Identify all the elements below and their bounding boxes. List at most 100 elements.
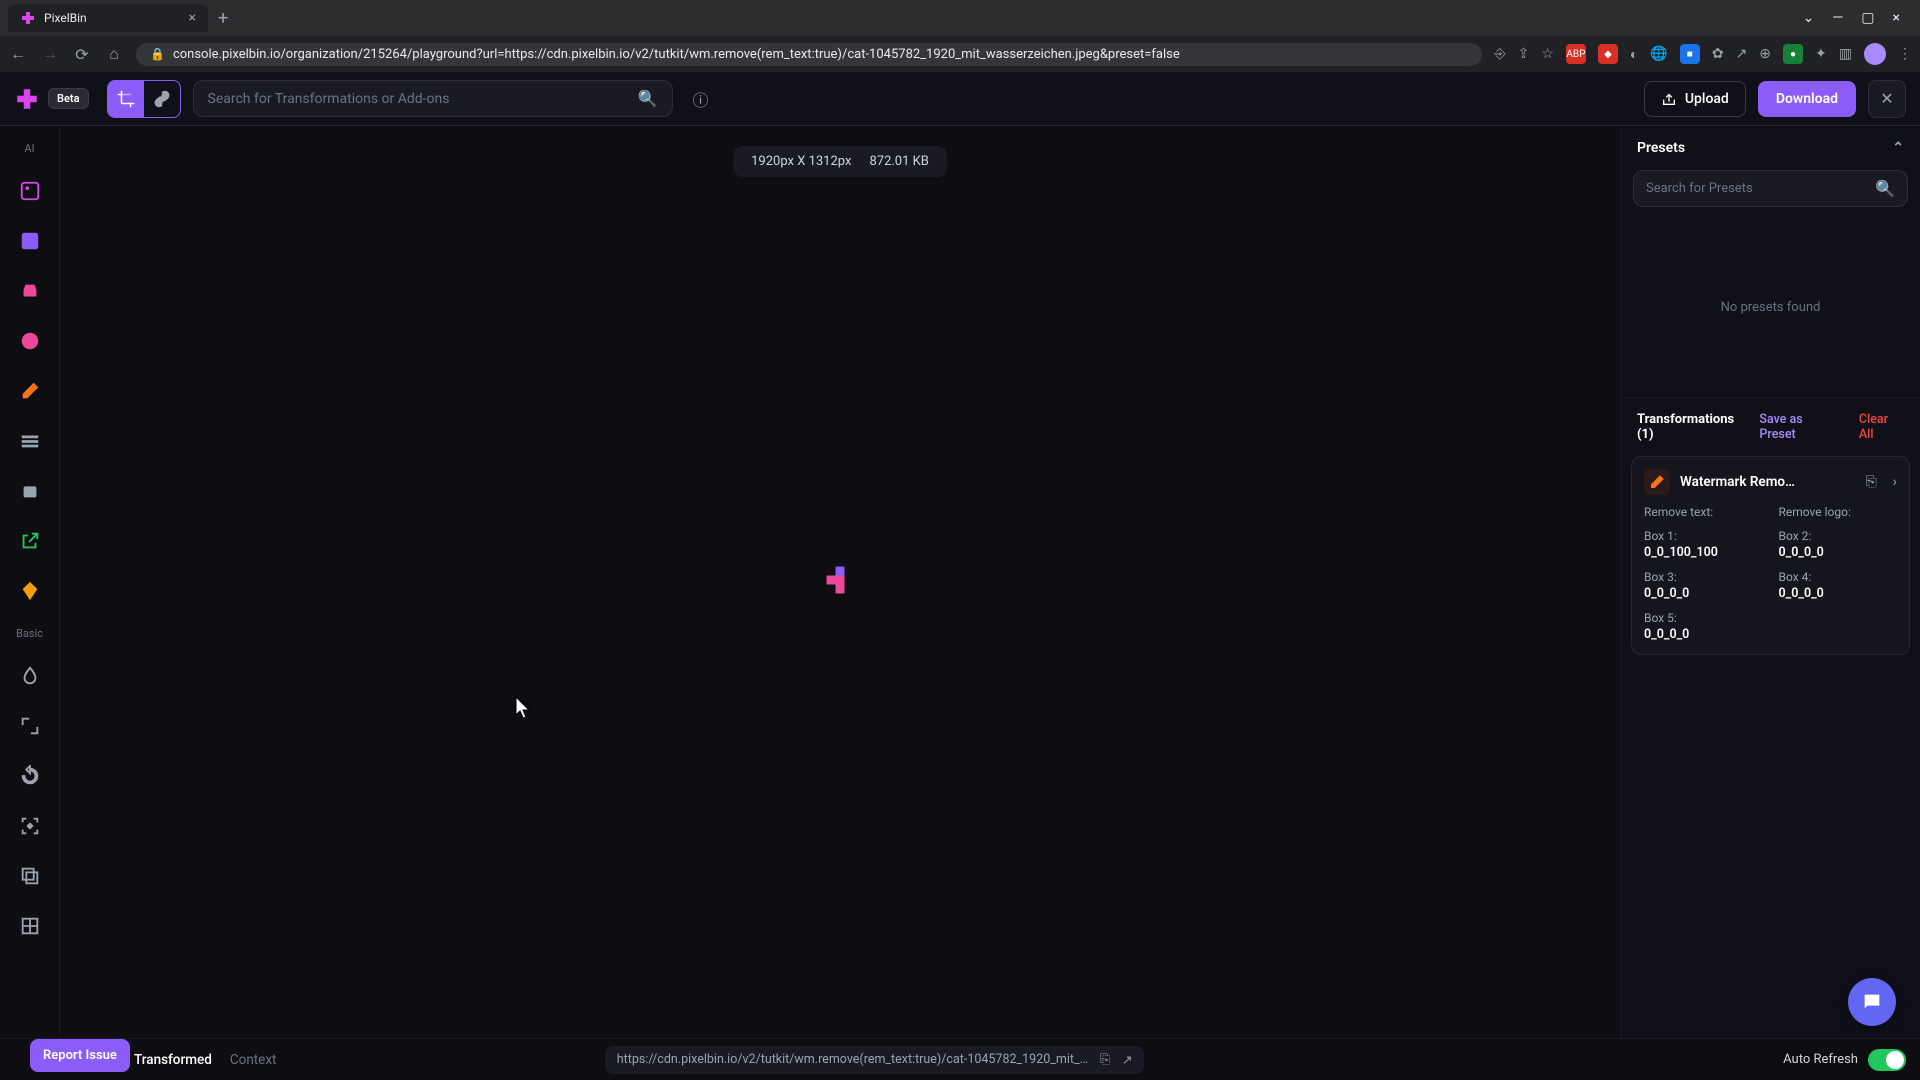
field-value: 0_0_0_0 [1779, 586, 1898, 601]
face-icon [19, 330, 41, 352]
extension-icon[interactable]: ↗ [1736, 46, 1748, 62]
sidepanel-icon[interactable]: ▥ [1839, 46, 1852, 62]
field-label: Box 2: [1779, 529, 1898, 543]
save-preset-link[interactable]: Save as Preset [1759, 412, 1838, 442]
rail-basic-label: Basic [16, 627, 43, 640]
rail-tool-crop[interactable] [12, 808, 48, 844]
copy-url-icon[interactable]: ⎘ [1100, 1052, 1110, 1067]
tab-transformed[interactable]: Transformed [134, 1052, 212, 1068]
upload-button[interactable]: Upload [1644, 81, 1746, 117]
back-button[interactable]: ← [8, 44, 28, 64]
rail-tool-grid[interactable] [12, 908, 48, 944]
presets-empty-text: No presets found [1721, 300, 1821, 315]
field-label: Box 1: [1644, 529, 1763, 543]
info-icon[interactable]: ⓘ [693, 87, 709, 111]
extension-icon[interactable]: ⊕ [1759, 46, 1771, 62]
menu-icon[interactable]: ⋮ [1898, 46, 1912, 62]
rail-tool-watermark[interactable] [12, 373, 48, 409]
beta-badge: Beta [48, 88, 89, 109]
translate-icon[interactable]: ⎆ [1494, 46, 1505, 62]
profile-avatar[interactable] [1864, 43, 1886, 65]
url-preview: https://cdn.pixelbin.io/v2/tutkit/wm.rem… [605, 1046, 1145, 1074]
chat-button[interactable] [1848, 978, 1896, 1026]
extension-icon[interactable]: ■ [1680, 44, 1700, 64]
close-panel-button[interactable]: ✕ [1868, 80, 1906, 118]
rail-tool-upscale[interactable] [12, 223, 48, 259]
external-link-icon [19, 530, 41, 552]
mode-design-button[interactable] [108, 81, 144, 117]
url-preview-text: https://cdn.pixelbin.io/v2/tutkit/wm.rem… [617, 1052, 1088, 1067]
chevron-right-icon[interactable]: › [1893, 474, 1897, 490]
rail-ai-label: AI [24, 142, 34, 155]
layers-icon [19, 865, 41, 887]
extension-icon[interactable]: ● [1783, 44, 1803, 64]
reload-button[interactable]: ⟳ [72, 45, 92, 64]
search-input[interactable] [208, 91, 628, 107]
rail-tool-rotate[interactable] [12, 758, 48, 794]
field-value: 0_0_0_0 [1779, 545, 1898, 560]
close-window-icon[interactable]: × [1893, 10, 1900, 26]
new-tab-button[interactable]: + [218, 8, 228, 29]
field-box2: Box 2: 0_0_0_0 [1779, 529, 1898, 560]
forward-button[interactable]: → [40, 44, 60, 64]
maximize-icon[interactable]: ▢ [1861, 10, 1874, 26]
download-button[interactable]: Download [1758, 81, 1856, 117]
rail-tool-export[interactable] [12, 523, 48, 559]
left-rail: AI Basic [0, 126, 60, 1038]
rail-tool-frame[interactable] [12, 858, 48, 894]
field-box5: Box 5: 0_0_0_0 [1644, 611, 1763, 642]
extensions-menu-icon[interactable]: ✦ [1815, 46, 1827, 62]
extension-icon[interactable]: ◐ [1630, 46, 1638, 63]
extension-icon[interactable]: ◆ [1598, 44, 1618, 64]
report-label: Report Issue [43, 1048, 117, 1063]
image-filesize: 872.01 KB [869, 154, 928, 169]
topbar-actions: Upload Download ✕ [1644, 80, 1906, 118]
url-box[interactable]: 🔒 console.pixelbin.io/organization/21526… [136, 43, 1482, 66]
search-icon[interactable]: 🔍 [638, 89, 658, 108]
report-issue-button[interactable]: Report Issue [30, 1039, 130, 1072]
tab-close-icon[interactable]: × [189, 10, 196, 26]
preset-search-input[interactable] [1646, 181, 1875, 196]
focus-icon [19, 815, 41, 837]
clear-all-link[interactable]: Clear All [1859, 412, 1904, 442]
rail-tool-tag[interactable] [12, 423, 48, 459]
field-value: 0_0_100_100 [1644, 545, 1763, 560]
eraser-icon [19, 380, 41, 402]
stack-icon [19, 430, 41, 452]
minimize-icon[interactable]: — [1832, 10, 1843, 26]
image-dimensions: 1920px X 1312px [751, 154, 851, 169]
presets-header[interactable]: Presets ⌃ [1621, 126, 1920, 170]
rail-tool-face[interactable] [12, 323, 48, 359]
globe-icon[interactable]: 🌐 [1650, 46, 1667, 62]
copy-icon[interactable]: ⎘ [1866, 474, 1877, 490]
chat-icon [1861, 991, 1883, 1013]
extension-icon[interactable]: ✿ [1712, 46, 1724, 62]
rail-tool-ai-gen[interactable] [12, 473, 48, 509]
auto-refresh-toggle[interactable] [1868, 1049, 1906, 1071]
rail-tool-erase-bg[interactable] [12, 173, 48, 209]
image-sparkle-icon [19, 180, 41, 202]
rail-tool-enhance[interactable] [12, 273, 48, 309]
browser-tab[interactable]: PixelBin × [8, 4, 208, 32]
star-icon[interactable]: ☆ [1541, 46, 1554, 62]
search-transformations[interactable]: 🔍 [193, 80, 673, 117]
transformations-title: Transformations (1) [1637, 412, 1749, 442]
mode-code-button[interactable] [144, 81, 180, 117]
search-icon[interactable]: 🔍 [1875, 179, 1895, 198]
resize-icon [19, 715, 41, 737]
abp-extension-icon[interactable]: ABP [1566, 44, 1586, 64]
rail-tool-resize[interactable] [12, 708, 48, 744]
open-url-icon[interactable]: ↗ [1122, 1052, 1132, 1068]
field-label: Remove text: [1644, 505, 1763, 519]
field-label: Box 5: [1644, 611, 1763, 625]
preset-search[interactable]: 🔍 [1633, 170, 1908, 207]
share-icon[interactable]: ⇪ [1518, 46, 1530, 62]
app-logo-icon [14, 86, 40, 112]
crop-icon [117, 90, 135, 108]
tab-context[interactable]: Context [230, 1052, 277, 1068]
chevron-down-icon[interactable]: ⌄ [1803, 10, 1815, 26]
eraser-icon [1644, 469, 1670, 495]
rail-tool-blur[interactable] [12, 658, 48, 694]
rail-tool-palette[interactable] [12, 573, 48, 609]
home-button[interactable]: ⌂ [104, 44, 124, 64]
